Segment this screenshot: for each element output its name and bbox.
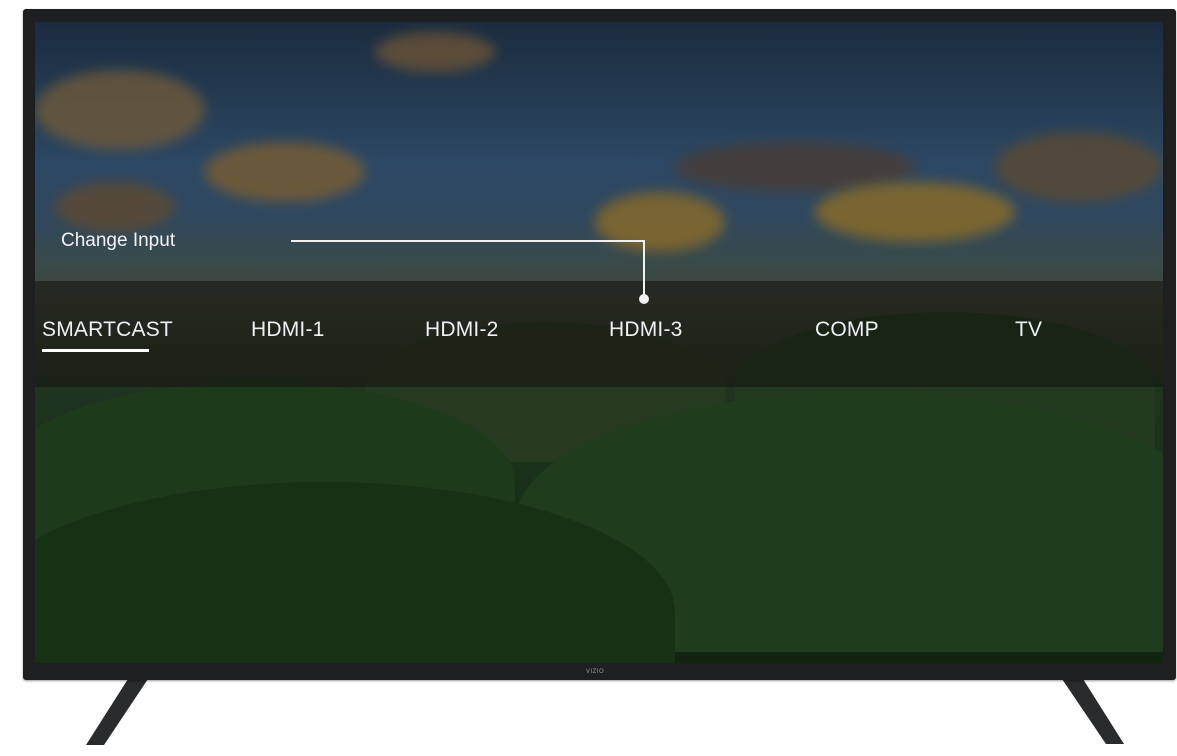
callout-line [643,240,645,298]
input-smartcast[interactable]: SMARTCAST [42,318,173,342]
cloud [815,182,1015,242]
callout-dot [639,294,649,304]
input-hdmi-3[interactable]: HDMI-3 [609,318,683,342]
callout-line [291,240,645,242]
input-hdmi-1[interactable]: HDMI-1 [251,318,325,342]
cloud [995,132,1163,202]
stand-left-leg [86,679,148,745]
selected-input-underline [42,349,149,352]
input-tv[interactable]: TV [1015,318,1042,342]
cloud [205,142,365,202]
tv-logo: VIZIO [586,669,605,675]
input-hdmi-2[interactable]: HDMI-2 [425,318,499,342]
page: Change Input SMARTCAST HDMI-1 HDMI-2 HDM… [0,0,1177,756]
callout-label: Change Input [61,230,176,251]
cloud [55,182,175,232]
cloud [375,32,495,72]
tv-screen: Change Input SMARTCAST HDMI-1 HDMI-2 HDM… [35,22,1163,663]
cloud [595,192,725,252]
stand-right-leg [1062,679,1124,744]
input-comp[interactable]: COMP [815,318,879,342]
input-menu-bar [35,281,1163,387]
cloud [35,70,205,150]
